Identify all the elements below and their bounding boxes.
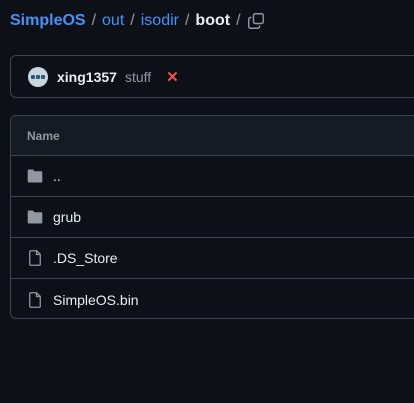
avatar[interactable]: [28, 66, 48, 87]
latest-commit-box: xing1357 stuff ✕: [10, 55, 414, 98]
breadcrumb: SimpleOS / out / isodir / boot /: [10, 10, 247, 32]
folder-icon: [27, 168, 43, 184]
file-name-link[interactable]: ..: [53, 168, 61, 184]
breadcrumb-segment-out[interactable]: out: [102, 12, 124, 30]
table-row[interactable]: SimpleOS.bin: [11, 279, 414, 318]
table-row[interactable]: grub: [11, 197, 414, 238]
file-icon: [27, 250, 43, 266]
breadcrumb-separator: /: [130, 12, 135, 29]
file-icon: [27, 291, 43, 308]
copy-icon: [248, 13, 264, 29]
file-name-link[interactable]: SimpleOS.bin: [53, 292, 139, 308]
breadcrumb-separator: /: [91, 12, 97, 29]
file-name-link[interactable]: .DS_Store: [53, 250, 118, 266]
breadcrumb-current: boot: [195, 12, 231, 29]
folder-icon: [27, 209, 43, 225]
table-header: Name: [11, 116, 414, 156]
x-icon[interactable]: ✕: [166, 68, 179, 86]
breadcrumb-segment-isodir[interactable]: isodir: [141, 12, 179, 30]
breadcrumb-separator: /: [236, 12, 241, 29]
file-name-link[interactable]: grub: [53, 209, 81, 225]
table-row[interactable]: ..: [11, 156, 414, 197]
file-table: Name .. grub .DS_Store SimpleOS.bin: [10, 115, 414, 319]
column-header-name: Name: [27, 128, 60, 143]
commit-message-link[interactable]: stuff: [125, 69, 151, 85]
copy-path-button[interactable]: [244, 9, 268, 33]
table-row[interactable]: .DS_Store: [11, 238, 414, 279]
commit-author-link[interactable]: xing1357: [57, 69, 117, 85]
breadcrumb-repo-link[interactable]: SimpleOS: [10, 12, 86, 30]
breadcrumb-separator: /: [184, 12, 190, 29]
